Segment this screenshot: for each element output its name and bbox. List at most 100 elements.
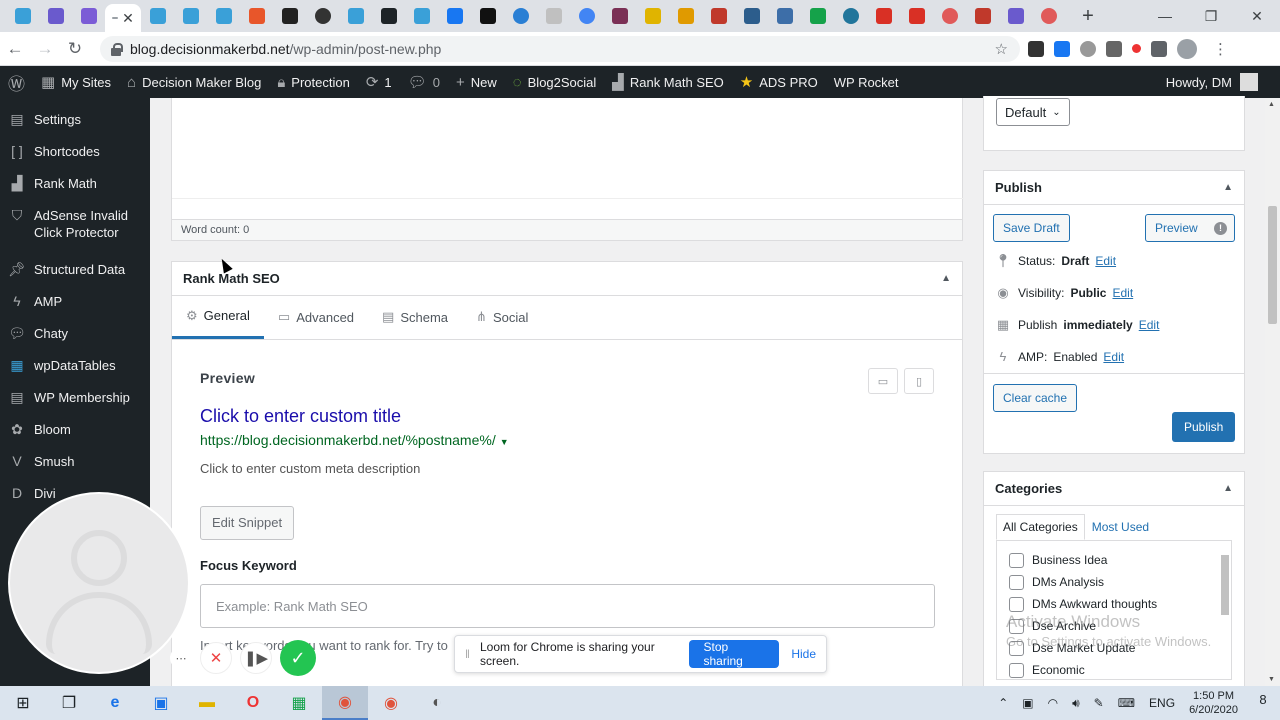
profile-avatar[interactable]: [1177, 38, 1197, 59]
browser-tab[interactable]: [966, 2, 999, 30]
wp-rocket-menu[interactable]: WP Rocket: [826, 66, 907, 98]
tab-advanced[interactable]: ▭ Advanced: [264, 295, 368, 339]
more-options-icon[interactable]: ⋯: [170, 647, 192, 669]
page-scrollbar[interactable]: ▲ ▼: [1265, 98, 1280, 686]
stop-sharing-button[interactable]: Stop sharing: [689, 640, 780, 668]
browser-tab[interactable]: [438, 2, 471, 30]
close-window-icon[interactable]: ✕: [1234, 0, 1280, 32]
edge-icon[interactable]: e: [92, 686, 138, 720]
show-hidden-icons[interactable]: ⌃: [998, 696, 1008, 710]
chrome-menu-icon[interactable]: ⋮: [1207, 40, 1234, 58]
preview-info-icon[interactable]: !: [1207, 214, 1235, 242]
site-name-menu[interactable]: ⌂ Decision Maker Blog: [119, 66, 269, 98]
close-tab-icon[interactable]: ✕: [122, 10, 134, 27]
extension-icon[interactable]: [1106, 40, 1122, 57]
wifi-icon[interactable]: ◠: [1048, 696, 1058, 710]
sidebar-item-amp[interactable]: ϟ AMP: [0, 292, 150, 324]
collapse-arrow-icon[interactable]: ▲: [1223, 483, 1233, 494]
keyboard-icon[interactable]: ⌨: [1118, 696, 1135, 710]
browser-tab[interactable]: [372, 2, 405, 30]
sidebar-item-chaty[interactable]: 💬︎ Chaty: [0, 324, 150, 356]
wordpress-logo-icon[interactable]: Ⓦ: [0, 66, 33, 98]
browser-tab[interactable]: [207, 2, 240, 30]
category-item[interactable]: DMs Analysis: [1009, 571, 1219, 593]
protection-menu[interactable]: 🔒︎ Protection: [269, 66, 358, 98]
tab-all-categories[interactable]: All Categories: [996, 514, 1085, 540]
browser-tab[interactable]: [273, 2, 306, 30]
opera-icon[interactable]: O: [230, 686, 276, 720]
serp-title[interactable]: Click to enter custom title: [200, 406, 934, 427]
minimize-icon[interactable]: —: [1142, 0, 1188, 32]
account-menu[interactable]: Howdy, DM: [1166, 73, 1280, 91]
pause-recording-icon[interactable]: ❚▶: [240, 642, 272, 674]
cancel-recording-icon[interactable]: ✕: [200, 642, 232, 674]
browser-tab[interactable]: [537, 2, 570, 30]
browser-tab[interactable]: [669, 2, 702, 30]
volume-icon[interactable]: 🔊︎: [1072, 696, 1080, 711]
hide-banner-link[interactable]: Hide: [791, 647, 816, 661]
network-icon[interactable]: ▣: [1022, 696, 1033, 710]
checkbox[interactable]: [1009, 662, 1024, 678]
browser-tab[interactable]: [72, 2, 105, 30]
save-draft-button[interactable]: Save Draft: [993, 214, 1070, 242]
edit-schedule-link[interactable]: Edit: [1139, 318, 1160, 332]
browser-tab[interactable]: [900, 2, 933, 30]
browser-tab[interactable]: [39, 2, 72, 30]
browser-tab[interactable]: [504, 2, 537, 30]
template-select[interactable]: Default ⌄: [996, 98, 1070, 126]
serp-url[interactable]: https://blog.decisionmakerbd.net/%postna…: [200, 432, 934, 448]
mobile-icon[interactable]: ▯: [904, 368, 934, 394]
sidebar-item-adsense[interactable]: ⛉ AdSense Invalid Click Protector: [0, 206, 150, 248]
new-content-menu[interactable]: + New: [448, 66, 505, 98]
pen-icon[interactable]: ✎: [1094, 696, 1104, 710]
desktop-icon[interactable]: ▭: [868, 368, 898, 394]
browser-tab[interactable]: [405, 2, 438, 30]
browser-tab[interactable]: [306, 2, 339, 30]
browser-tab[interactable]: [471, 2, 504, 30]
tab-general[interactable]: ⚙ General: [172, 295, 264, 339]
browser-tab[interactable]: [6, 2, 39, 30]
store-icon[interactable]: ▣: [138, 686, 184, 720]
category-item[interactable]: Economic: [1009, 659, 1219, 679]
loom-camera-bubble[interactable]: [10, 494, 188, 672]
tab-most-used[interactable]: Most Used: [1085, 514, 1156, 540]
my-sites-menu[interactable]: ▦ My Sites: [33, 66, 119, 98]
browser-tab[interactable]: [570, 2, 603, 30]
new-tab-button[interactable]: +: [1073, 5, 1103, 28]
browser-tab[interactable]: [768, 2, 801, 30]
clock[interactable]: 1:50 PM 6/20/2020: [1189, 689, 1238, 717]
browser-tab[interactable]: [339, 2, 372, 30]
edit-status-link[interactable]: Edit: [1095, 254, 1116, 268]
language-indicator[interactable]: ENG: [1149, 696, 1175, 710]
maximize-icon[interactable]: ❐: [1188, 0, 1234, 32]
browser-tab[interactable]: [1032, 2, 1065, 30]
browser-tab[interactable]: [174, 2, 207, 30]
chrome-taskbar-icon[interactable]: ◉: [322, 686, 368, 720]
windows-start-icon[interactable]: ⊞: [0, 686, 46, 720]
sidebar-item-shortcodes[interactable]: [ ] Shortcodes: [0, 142, 150, 174]
browser-tab[interactable]: [240, 2, 273, 30]
edit-snippet-button[interactable]: Edit Snippet: [200, 506, 295, 540]
rank-math-menu[interactable]: ▟ Rank Math SEO: [604, 66, 731, 98]
category-item[interactable]: Business Idea: [1009, 549, 1219, 571]
drag-handle-icon[interactable]: ‖: [465, 647, 470, 661]
browser-tab[interactable]: [801, 2, 834, 30]
edit-amp-link[interactable]: Edit: [1103, 350, 1124, 364]
browser-tab[interactable]: [735, 2, 768, 30]
checkbox[interactable]: [1009, 596, 1024, 612]
sidebar-item-structured-data[interactable]: 📌︎ Structured Data: [0, 260, 150, 292]
extension-icon[interactable]: [1054, 40, 1070, 57]
categories-header[interactable]: Categories ▲: [984, 472, 1244, 506]
extension-icon[interactable]: [1028, 40, 1044, 57]
blog2social-menu[interactable]: ◌ Blog2Social: [505, 66, 605, 98]
back-arrow-icon[interactable]: ←: [0, 39, 30, 59]
collapse-arrow-icon[interactable]: ▲: [941, 273, 951, 284]
category-scrollbar[interactable]: [1221, 555, 1229, 615]
recording-app-icon[interactable]: ◐: [414, 686, 460, 720]
collapse-arrow-icon[interactable]: ▲: [1223, 182, 1233, 193]
scrollbar-thumb[interactable]: [1268, 206, 1277, 324]
file-explorer-icon[interactable]: ▬: [184, 686, 230, 720]
browser-tab[interactable]: [636, 2, 669, 30]
finish-recording-icon[interactable]: ✓: [280, 640, 316, 676]
scroll-down-icon[interactable]: ▼: [1268, 676, 1275, 683]
